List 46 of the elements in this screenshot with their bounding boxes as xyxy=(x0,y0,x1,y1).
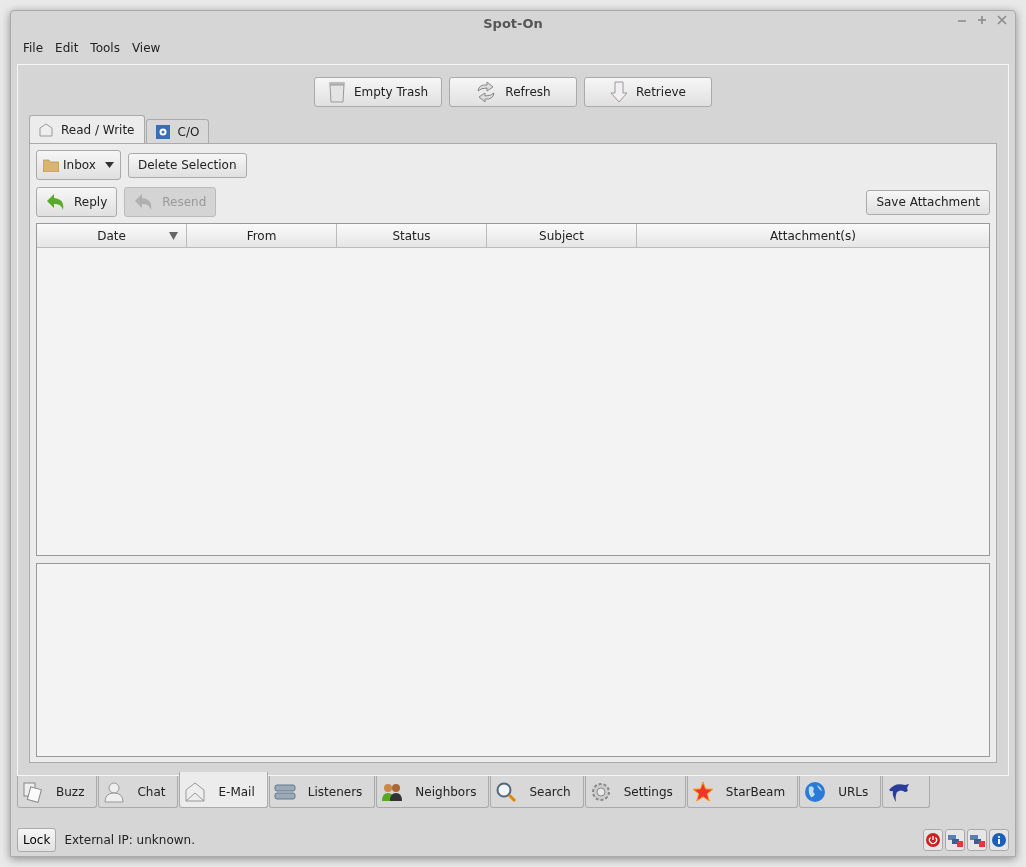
delete-selection-button[interactable]: Delete Selection xyxy=(128,152,247,178)
menu-item[interactable]: Tools xyxy=(84,41,126,55)
tab[interactable]: Search xyxy=(490,776,584,808)
down-arrow-icon xyxy=(610,81,628,103)
menu-item[interactable]: File xyxy=(17,41,50,55)
cycle-arrows-icon xyxy=(475,82,498,102)
lock-button[interactable]: Lock xyxy=(17,828,57,852)
documents-icon xyxy=(22,780,44,803)
person-icon xyxy=(103,780,126,803)
menu-item[interactable]: View xyxy=(125,41,167,55)
column-header[interactable]: Attachment(s) xyxy=(637,224,989,248)
folder-dropdown[interactable]: Inbox xyxy=(36,150,121,180)
reply-button[interactable]: Reply xyxy=(36,187,118,217)
tab[interactable]: Read / Write xyxy=(29,115,145,144)
column-header[interactable]: Date xyxy=(37,224,187,248)
dropdown-caret-icon xyxy=(105,162,114,168)
tab[interactable]: URLs xyxy=(799,776,882,808)
tab[interactable] xyxy=(882,776,931,808)
star-icon xyxy=(691,780,714,803)
curved-arrow-icon xyxy=(46,193,66,211)
tab[interactable]: C/O xyxy=(145,119,210,144)
tab[interactable]: Neighbors xyxy=(376,776,490,808)
disconnected-network-icon[interactable] xyxy=(945,829,965,851)
folder-icon xyxy=(43,158,59,172)
tab[interactable]: Settings xyxy=(584,776,686,808)
tab[interactable]: E-Mail xyxy=(179,772,268,808)
save-attachment-button[interactable]: Save Attachment xyxy=(866,189,990,215)
status-text: External IP: unknown. xyxy=(64,833,195,847)
disconnected-network-icon[interactable] xyxy=(967,829,987,851)
column-header[interactable]: From xyxy=(187,224,337,248)
window-title: Spot-On xyxy=(483,16,543,31)
empty-trash-button[interactable]: Empty Trash xyxy=(314,77,442,107)
tab[interactable]: StarBeam xyxy=(686,776,799,808)
tab[interactable]: Buzz xyxy=(17,776,98,808)
column-header[interactable]: Subject xyxy=(487,224,637,248)
globe-icon xyxy=(804,780,827,803)
column-header[interactable]: Status xyxy=(337,224,487,248)
refresh-button[interactable]: Refresh xyxy=(449,77,577,107)
trash-can-icon xyxy=(327,81,346,103)
retrieve-button[interactable]: Retrieve xyxy=(584,77,712,107)
tab[interactable]: Listeners xyxy=(268,776,376,808)
magnifier-icon xyxy=(495,780,518,803)
menu-item[interactable]: Edit xyxy=(49,41,85,55)
power-icon[interactable] xyxy=(923,829,943,851)
tab[interactable]: Chat xyxy=(98,776,179,808)
info-icon[interactable] xyxy=(989,829,1009,851)
